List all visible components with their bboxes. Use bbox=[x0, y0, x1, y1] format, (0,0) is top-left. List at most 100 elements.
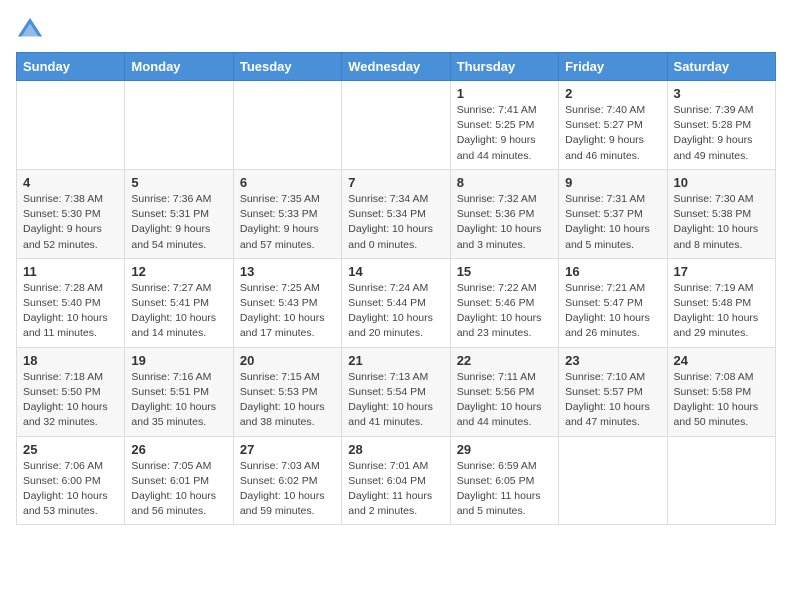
day-number: 1 bbox=[457, 86, 552, 101]
day-number: 29 bbox=[457, 442, 552, 457]
calendar-cell: 18Sunrise: 7:18 AMSunset: 5:50 PMDayligh… bbox=[17, 347, 125, 436]
day-info: Sunrise: 7:03 AMSunset: 6:02 PMDaylight:… bbox=[240, 459, 335, 520]
day-info: Sunrise: 7:19 AMSunset: 5:48 PMDaylight:… bbox=[674, 281, 769, 342]
calendar-cell: 5Sunrise: 7:36 AMSunset: 5:31 PMDaylight… bbox=[125, 169, 233, 258]
day-number: 28 bbox=[348, 442, 443, 457]
calendar-cell: 16 Sunrise: 7:21 AMSunset: 5:47 PMDayligh… bbox=[559, 258, 667, 347]
calendar-header-row: SundayMondayTuesdayWednesdayThursdayFrid… bbox=[17, 53, 776, 81]
calendar-cell: 6 Sunrise: 7:35 AMSunset: 5:33 PMDaylight… bbox=[233, 169, 341, 258]
day-number: 27 bbox=[240, 442, 335, 457]
column-header-friday: Friday bbox=[559, 53, 667, 81]
column-header-tuesday: Tuesday bbox=[233, 53, 341, 81]
calendar-week-4: 18Sunrise: 7:18 AMSunset: 5:50 PMDayligh… bbox=[17, 347, 776, 436]
day-number: 2 bbox=[565, 86, 660, 101]
calendar-cell bbox=[667, 436, 775, 525]
column-header-monday: Monday bbox=[125, 53, 233, 81]
day-number: 6 bbox=[240, 175, 335, 190]
calendar-cell: 25 Sunrise: 7:06 AMSunset: 6:00 PMDayligh… bbox=[17, 436, 125, 525]
day-info: Sunrise: 7:06 AMSunset: 6:00 PMDaylight:… bbox=[23, 459, 118, 520]
day-info: Sunrise: 7:36 AMSunset: 5:31 PMDaylight:… bbox=[131, 192, 226, 253]
day-number: 21 bbox=[348, 353, 443, 368]
day-info: Sunrise: 7:11 AMSunset: 5:56 PMDaylight:… bbox=[457, 370, 552, 431]
calendar-cell: 27 Sunrise: 7:03 AMSunset: 6:02 PMDayligh… bbox=[233, 436, 341, 525]
day-number: 20 bbox=[240, 353, 335, 368]
day-number: 12 bbox=[131, 264, 226, 279]
day-info: Sunrise: 7:31 AMSunset: 5:37 PMDaylight:… bbox=[565, 192, 660, 253]
day-number: 15 bbox=[457, 264, 552, 279]
day-info: Sunrise: 7:35 AMSunset: 5:33 PMDaylight:… bbox=[240, 192, 335, 253]
calendar-week-5: 25 Sunrise: 7:06 AMSunset: 6:00 PMDayligh… bbox=[17, 436, 776, 525]
calendar-cell bbox=[17, 81, 125, 170]
calendar-cell: 10 Sunrise: 7:30 AMSunset: 5:38 PMDayligh… bbox=[667, 169, 775, 258]
calendar-cell: 26 Sunrise: 7:05 AMSunset: 6:01 PMDayligh… bbox=[125, 436, 233, 525]
day-number: 25 bbox=[23, 442, 118, 457]
calendar-cell: 23 Sunrise: 7:10 AMSunset: 5:57 PMDayligh… bbox=[559, 347, 667, 436]
calendar-cell: 24 Sunrise: 7:08 AMSunset: 5:58 PMDayligh… bbox=[667, 347, 775, 436]
day-info: Sunrise: 7:25 AMSunset: 5:43 PMDaylight:… bbox=[240, 281, 335, 342]
column-header-saturday: Saturday bbox=[667, 53, 775, 81]
day-info: Sunrise: 7:38 AMSunset: 5:30 PMDaylight:… bbox=[23, 192, 118, 253]
day-number: 24 bbox=[674, 353, 769, 368]
day-number: 13 bbox=[240, 264, 335, 279]
logo-icon bbox=[16, 16, 44, 44]
calendar-cell: 8 Sunrise: 7:32 AMSunset: 5:36 PMDaylight… bbox=[450, 169, 558, 258]
calendar-cell: 17 Sunrise: 7:19 AMSunset: 5:48 PMDayligh… bbox=[667, 258, 775, 347]
page-header bbox=[16, 16, 776, 44]
calendar-cell: 2Sunrise: 7:40 AMSunset: 5:27 PMDaylight… bbox=[559, 81, 667, 170]
day-info: Sunrise: 7:08 AMSunset: 5:58 PMDaylight:… bbox=[674, 370, 769, 431]
calendar-cell: 12 Sunrise: 7:27 AMSunset: 5:41 PMDayligh… bbox=[125, 258, 233, 347]
day-number: 16 bbox=[565, 264, 660, 279]
day-info: Sunrise: 7:24 AMSunset: 5:44 PMDaylight:… bbox=[348, 281, 443, 342]
calendar-cell: 14Sunrise: 7:24 AMSunset: 5:44 PMDayligh… bbox=[342, 258, 450, 347]
day-info: Sunrise: 7:05 AMSunset: 6:01 PMDaylight:… bbox=[131, 459, 226, 520]
logo bbox=[16, 16, 48, 44]
day-number: 10 bbox=[674, 175, 769, 190]
calendar-cell: 29 Sunrise: 6:59 AMSunset: 6:05 PMDayligh… bbox=[450, 436, 558, 525]
day-info: Sunrise: 7:27 AMSunset: 5:41 PMDaylight:… bbox=[131, 281, 226, 342]
calendar-cell: 3 Sunrise: 7:39 AMSunset: 5:28 PMDaylight… bbox=[667, 81, 775, 170]
day-info: Sunrise: 7:22 AMSunset: 5:46 PMDaylight:… bbox=[457, 281, 552, 342]
calendar-cell: 21 Sunrise: 7:13 AMSunset: 5:54 PMDayligh… bbox=[342, 347, 450, 436]
day-info: Sunrise: 7:41 AMSunset: 5:25 PMDaylight:… bbox=[457, 103, 552, 164]
calendar-week-3: 11 Sunrise: 7:28 AMSunset: 5:40 PMDayligh… bbox=[17, 258, 776, 347]
day-number: 11 bbox=[23, 264, 118, 279]
day-number: 23 bbox=[565, 353, 660, 368]
day-number: 8 bbox=[457, 175, 552, 190]
calendar-cell bbox=[342, 81, 450, 170]
day-info: Sunrise: 7:15 AMSunset: 5:53 PMDaylight:… bbox=[240, 370, 335, 431]
day-number: 3 bbox=[674, 86, 769, 101]
day-number: 19 bbox=[131, 353, 226, 368]
day-number: 26 bbox=[131, 442, 226, 457]
calendar: SundayMondayTuesdayWednesdayThursdayFrid… bbox=[16, 52, 776, 525]
calendar-cell: 19 Sunrise: 7:16 AMSunset: 5:51 PMDayligh… bbox=[125, 347, 233, 436]
day-number: 17 bbox=[674, 264, 769, 279]
calendar-cell bbox=[233, 81, 341, 170]
column-header-wednesday: Wednesday bbox=[342, 53, 450, 81]
calendar-cell: 22Sunrise: 7:11 AMSunset: 5:56 PMDayligh… bbox=[450, 347, 558, 436]
calendar-cell: 13 Sunrise: 7:25 AMSunset: 5:43 PMDayligh… bbox=[233, 258, 341, 347]
calendar-cell: 15 Sunrise: 7:22 AMSunset: 5:46 PMDayligh… bbox=[450, 258, 558, 347]
calendar-cell: 9 Sunrise: 7:31 AMSunset: 5:37 PMDaylight… bbox=[559, 169, 667, 258]
day-info: Sunrise: 7:10 AMSunset: 5:57 PMDaylight:… bbox=[565, 370, 660, 431]
day-info: Sunrise: 7:21 AMSunset: 5:47 PMDaylight:… bbox=[565, 281, 660, 342]
day-number: 4 bbox=[23, 175, 118, 190]
calendar-cell bbox=[125, 81, 233, 170]
day-info: Sunrise: 7:34 AMSunset: 5:34 PMDaylight:… bbox=[348, 192, 443, 253]
day-info: Sunrise: 7:30 AMSunset: 5:38 PMDaylight:… bbox=[674, 192, 769, 253]
calendar-week-1: 1 Sunrise: 7:41 AMSunset: 5:25 PMDaylight… bbox=[17, 81, 776, 170]
column-header-sunday: Sunday bbox=[17, 53, 125, 81]
day-info: Sunrise: 7:16 AMSunset: 5:51 PMDaylight:… bbox=[131, 370, 226, 431]
day-info: Sunrise: 7:13 AMSunset: 5:54 PMDaylight:… bbox=[348, 370, 443, 431]
day-info: Sunrise: 7:28 AMSunset: 5:40 PMDaylight:… bbox=[23, 281, 118, 342]
day-info: Sunrise: 7:01 AMSunset: 6:04 PMDaylight:… bbox=[348, 459, 443, 520]
calendar-cell: 28 Sunrise: 7:01 AMSunset: 6:04 PMDayligh… bbox=[342, 436, 450, 525]
calendar-cell: 20 Sunrise: 7:15 AMSunset: 5:53 PMDayligh… bbox=[233, 347, 341, 436]
calendar-cell: 1 Sunrise: 7:41 AMSunset: 5:25 PMDaylight… bbox=[450, 81, 558, 170]
calendar-cell: 4 Sunrise: 7:38 AMSunset: 5:30 PMDaylight… bbox=[17, 169, 125, 258]
calendar-cell: 11 Sunrise: 7:28 AMSunset: 5:40 PMDayligh… bbox=[17, 258, 125, 347]
day-info: Sunrise: 6:59 AMSunset: 6:05 PMDaylight:… bbox=[457, 459, 552, 520]
day-info: Sunrise: 7:32 AMSunset: 5:36 PMDaylight:… bbox=[457, 192, 552, 253]
day-info: Sunrise: 7:39 AMSunset: 5:28 PMDaylight:… bbox=[674, 103, 769, 164]
calendar-cell: 7Sunrise: 7:34 AMSunset: 5:34 PMDaylight… bbox=[342, 169, 450, 258]
day-number: 9 bbox=[565, 175, 660, 190]
